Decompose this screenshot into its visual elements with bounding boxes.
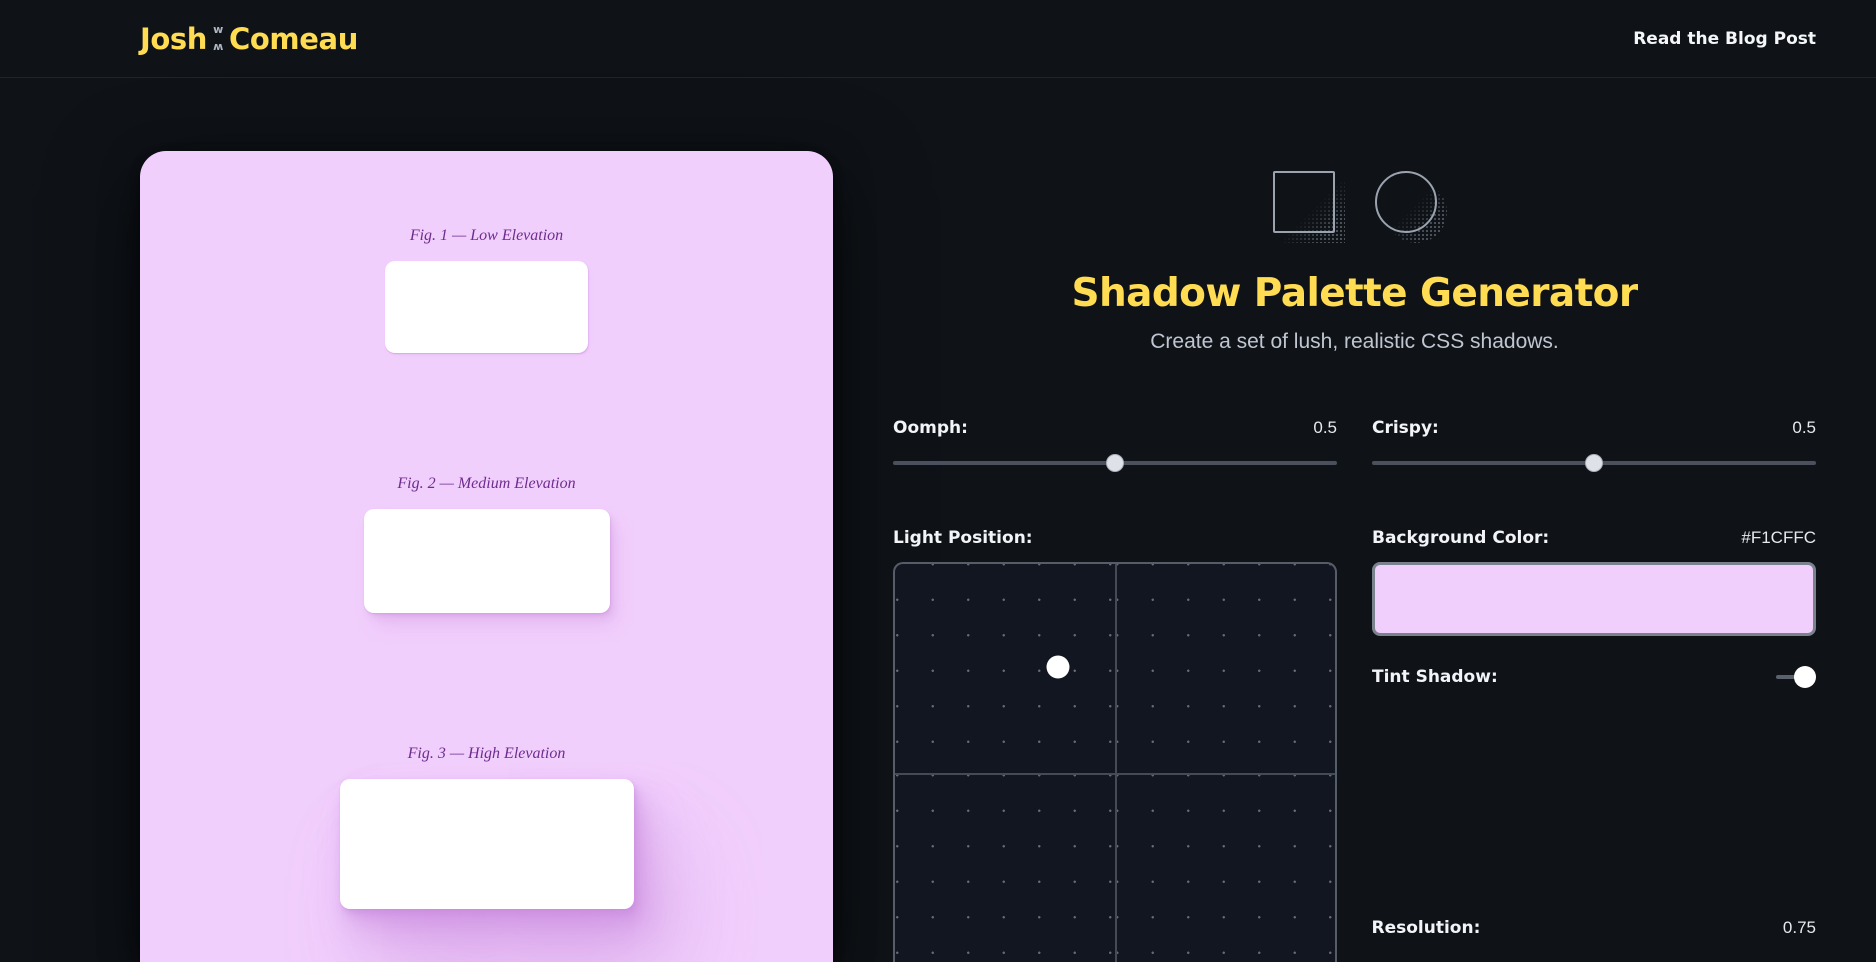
figure-high-elevation: Fig. 3 — High Elevation	[140, 745, 833, 909]
logo-text-first: Josh	[140, 21, 208, 56]
square-shape	[1272, 171, 1335, 233]
figure-label: Fig. 2 — Medium Elevation	[397, 475, 576, 492]
light-position-header: Light Position:	[893, 528, 1337, 548]
square-outline-icon	[1272, 171, 1345, 243]
figure-medium-elevation: Fig. 2 — Medium Elevation	[140, 475, 833, 613]
logo-text-second: Comeau	[229, 21, 358, 56]
controls-grid: Oomph: 0.5 Crispy: 0.5	[893, 418, 1816, 474]
hero-block: Shadow Palette Generator Create a set of…	[893, 79, 1816, 354]
light-pad-quadrant-top-right[interactable]	[1115, 564, 1335, 774]
resolution-value: 0.75	[1782, 918, 1816, 937]
controls-section: Shadow Palette Generator Create a set of…	[833, 79, 1876, 962]
figure-low-elevation: Fig. 1 — Low Elevation	[140, 227, 833, 353]
resolution-field: Resolution: 0.75	[1372, 918, 1817, 938]
controls-grid-lower: Light Position: Background Color: #F1CFF…	[893, 528, 1816, 962]
resolution-header: Resolution: 0.75	[1372, 918, 1817, 938]
tint-shadow-label: Tint Shadow:	[1372, 667, 1498, 687]
background-color-value: #F1CFFC	[1741, 528, 1816, 547]
read-blog-post-link[interactable]: Read the Blog Post	[1633, 29, 1816, 49]
resolution-label: Resolution:	[1371, 918, 1481, 938]
figure-label: Fig. 3 — High Elevation	[407, 745, 566, 762]
light-position-pad[interactable]	[893, 562, 1337, 962]
crispy-label: Crispy:	[1372, 418, 1439, 438]
tint-shadow-toggle-knob[interactable]	[1794, 666, 1816, 688]
light-pad-vertical-divider	[1115, 564, 1117, 962]
light-pad-quadrant-bottom-right[interactable]	[1115, 775, 1335, 962]
background-color-label: Background Color:	[1372, 528, 1550, 548]
circle-shape	[1374, 171, 1437, 233]
background-color-swatch[interactable]	[1372, 562, 1816, 636]
preview-card-low	[385, 261, 588, 353]
background-color-header: Background Color: #F1CFFC	[1372, 528, 1816, 548]
preview-card-medium	[363, 509, 610, 613]
oomph-slider[interactable]	[893, 452, 1337, 474]
oomph-field: Oomph: 0.5	[893, 418, 1337, 474]
circle-outline-icon	[1374, 171, 1447, 243]
logo-mark-top: w	[213, 22, 223, 36]
tint-shadow-toggle[interactable]	[1776, 666, 1816, 688]
page-title: Shadow Palette Generator	[1071, 271, 1639, 316]
crispy-value: 0.5	[1792, 418, 1816, 437]
site-logo[interactable]: Josh w w Comeau	[140, 22, 358, 56]
figure-label: Fig. 1 — Low Elevation	[409, 227, 564, 244]
crispy-field: Crispy: 0.5	[1372, 418, 1816, 474]
preview-card-high	[339, 779, 634, 909]
main-layout: Fig. 1 — Low Elevation Fig. 2 — Medium E…	[0, 79, 1876, 962]
background-color-field: Background Color: #F1CFFC Tint Shadow:	[1372, 528, 1816, 962]
oomph-label: Oomph:	[893, 418, 968, 438]
site-header: Josh w w Comeau Read the Blog Post	[0, 0, 1876, 78]
light-pad-quadrant-bottom-left[interactable]	[895, 775, 1115, 962]
oomph-slider-thumb[interactable]	[1106, 454, 1124, 472]
crispy-slider-thumb[interactable]	[1585, 454, 1603, 472]
light-position-field: Light Position:	[893, 528, 1337, 962]
light-pad-horizontal-divider	[895, 773, 1335, 775]
crispy-header: Crispy: 0.5	[1372, 418, 1816, 438]
tint-shadow-row: Tint Shadow:	[1372, 666, 1816, 688]
oomph-value: 0.5	[1313, 418, 1337, 437]
hero-icon-group	[893, 171, 1816, 243]
light-position-handle[interactable]	[1046, 655, 1070, 679]
logo-chevron-mark-icon: w w	[209, 24, 227, 54]
logo-mark-bottom: w	[213, 40, 223, 54]
oomph-header: Oomph: 0.5	[893, 418, 1337, 438]
crispy-slider[interactable]	[1372, 452, 1816, 474]
light-pad-quadrant-top-left[interactable]	[895, 564, 1115, 774]
preview-section: Fig. 1 — Low Elevation Fig. 2 — Medium E…	[0, 79, 833, 962]
shadow-preview-panel: Fig. 1 — Low Elevation Fig. 2 — Medium E…	[140, 151, 833, 962]
light-position-label: Light Position:	[893, 528, 1033, 548]
page-subtitle: Create a set of lush, realistic CSS shad…	[1150, 330, 1559, 353]
